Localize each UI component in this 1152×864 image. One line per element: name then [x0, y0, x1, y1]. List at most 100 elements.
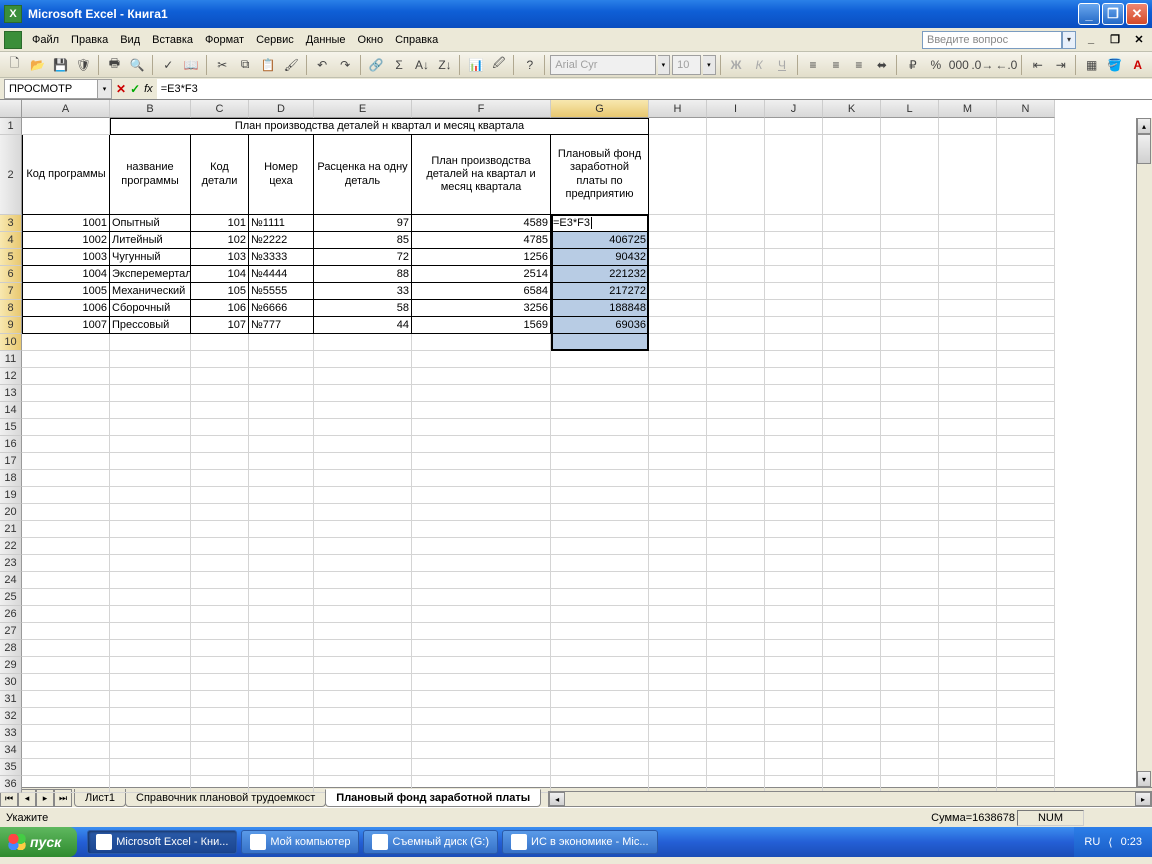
cell[interactable]	[110, 402, 191, 419]
cell[interactable]	[110, 487, 191, 504]
cell[interactable]	[707, 487, 765, 504]
cell[interactable]	[110, 572, 191, 589]
cell[interactable]	[22, 470, 110, 487]
cell[interactable]	[997, 453, 1055, 470]
row-header[interactable]: 8	[0, 300, 22, 317]
cell[interactable]	[551, 589, 649, 606]
cell[interactable]	[707, 623, 765, 640]
cell[interactable]	[551, 640, 649, 657]
cell[interactable]	[551, 419, 649, 436]
bold-icon[interactable]: Ж	[726, 54, 747, 76]
cell[interactable]	[997, 487, 1055, 504]
cell[interactable]	[707, 135, 765, 215]
spreadsheet-grid[interactable]: A B C D E F G H I J K L M N 1План произв…	[0, 100, 1152, 787]
cell[interactable]	[649, 708, 707, 725]
cell[interactable]	[551, 674, 649, 691]
cell[interactable]	[110, 657, 191, 674]
cell[interactable]	[551, 368, 649, 385]
cell[interactable]	[412, 436, 551, 453]
cell[interactable]	[649, 300, 707, 317]
row-header[interactable]: 9	[0, 317, 22, 334]
cell[interactable]	[707, 334, 765, 351]
cell[interactable]	[649, 283, 707, 300]
cell[interactable]	[249, 674, 314, 691]
row-header[interactable]: 19	[0, 487, 22, 504]
cell[interactable]	[314, 419, 412, 436]
row-header[interactable]: 16	[0, 436, 22, 453]
cell[interactable]	[551, 385, 649, 402]
fill-color-icon[interactable]: 🪣	[1104, 54, 1125, 76]
cell[interactable]	[110, 436, 191, 453]
cell[interactable]	[412, 640, 551, 657]
cell[interactable]	[765, 402, 823, 419]
cell[interactable]	[997, 691, 1055, 708]
cell[interactable]	[191, 419, 249, 436]
cell[interactable]	[314, 657, 412, 674]
cell[interactable]: 1256	[412, 249, 551, 266]
cell[interactable]	[649, 351, 707, 368]
cell[interactable]	[939, 759, 997, 776]
cell[interactable]	[110, 606, 191, 623]
cell[interactable]	[551, 606, 649, 623]
cell[interactable]	[110, 555, 191, 572]
cell[interactable]	[412, 572, 551, 589]
cell[interactable]	[191, 555, 249, 572]
cell[interactable]	[881, 334, 939, 351]
cell[interactable]	[22, 555, 110, 572]
doc-restore-button[interactable]: ❐	[1106, 33, 1124, 47]
cell[interactable]	[707, 300, 765, 317]
horizontal-scrollbar[interactable]: ◂ ▸	[548, 791, 1152, 807]
cell[interactable]	[22, 436, 110, 453]
cell[interactable]	[881, 232, 939, 249]
cell[interactable]	[823, 589, 881, 606]
cell[interactable]	[551, 742, 649, 759]
cell[interactable]	[823, 266, 881, 283]
cell[interactable]	[649, 504, 707, 521]
col-header[interactable]: K	[823, 100, 881, 118]
new-icon[interactable]: 🗋	[4, 54, 25, 76]
cell[interactable]	[997, 623, 1055, 640]
col-header[interactable]: A	[22, 100, 110, 118]
row-header[interactable]: 33	[0, 725, 22, 742]
cell[interactable]	[881, 521, 939, 538]
row-header[interactable]: 17	[0, 453, 22, 470]
cell[interactable]	[110, 708, 191, 725]
cell[interactable]: Опытный	[110, 215, 191, 232]
cell[interactable]	[765, 283, 823, 300]
percent-icon[interactable]: %	[925, 54, 946, 76]
cell[interactable]	[412, 402, 551, 419]
cell[interactable]	[314, 674, 412, 691]
cell[interactable]	[110, 521, 191, 538]
cell[interactable]	[249, 708, 314, 725]
cell[interactable]	[997, 334, 1055, 351]
cell[interactable]	[649, 742, 707, 759]
cell[interactable]	[412, 419, 551, 436]
cell[interactable]	[997, 368, 1055, 385]
help-search-dropdown[interactable]: ▾	[1062, 31, 1076, 49]
cell[interactable]	[191, 759, 249, 776]
cell[interactable]	[649, 232, 707, 249]
cell[interactable]	[191, 402, 249, 419]
cell[interactable]	[939, 300, 997, 317]
cell[interactable]	[881, 266, 939, 283]
cell[interactable]	[249, 402, 314, 419]
cell[interactable]	[22, 572, 110, 589]
cell[interactable]	[765, 470, 823, 487]
cell[interactable]	[997, 232, 1055, 249]
cell[interactable]	[314, 521, 412, 538]
research-icon[interactable]: 📖	[181, 54, 202, 76]
cell[interactable]: №1111	[249, 215, 314, 232]
cell[interactable]	[997, 572, 1055, 589]
cell[interactable]	[314, 589, 412, 606]
cell[interactable]	[249, 742, 314, 759]
comma-icon[interactable]: 000	[948, 54, 969, 76]
cell[interactable]	[823, 300, 881, 317]
cell[interactable]	[412, 759, 551, 776]
row-header[interactable]: 30	[0, 674, 22, 691]
cell[interactable]	[412, 470, 551, 487]
cell[interactable]	[191, 623, 249, 640]
cell[interactable]	[22, 640, 110, 657]
cell[interactable]	[412, 657, 551, 674]
cell[interactable]	[823, 657, 881, 674]
underline-icon[interactable]: Ч	[772, 54, 793, 76]
